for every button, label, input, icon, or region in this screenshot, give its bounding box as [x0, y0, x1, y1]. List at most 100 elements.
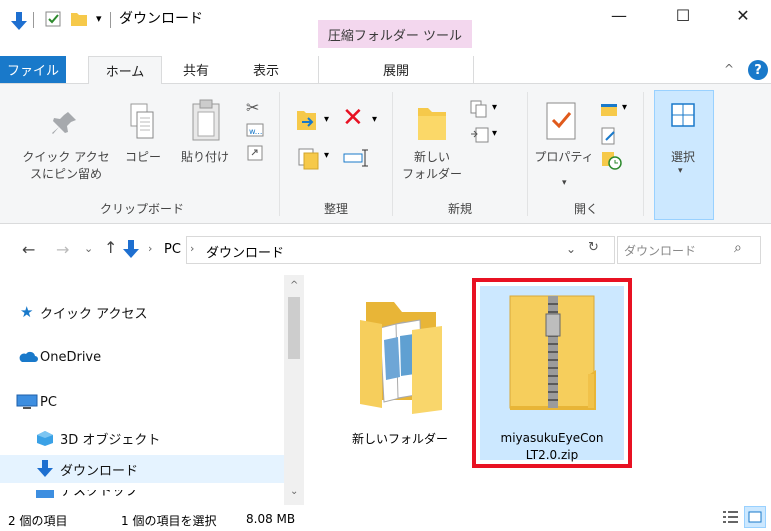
collapse-ribbon-icon[interactable]: ^: [724, 62, 734, 76]
paste-shortcut-icon[interactable]: [246, 144, 264, 162]
new-folder-label-1[interactable]: 新しい: [400, 149, 464, 166]
properties-icon[interactable]: [544, 100, 578, 142]
file-name-zip-line1: miyasukuEyeCon: [500, 431, 604, 445]
file-name-new-folder: 新しいフォルダー: [351, 432, 448, 446]
easy-access-icon[interactable]: [470, 126, 490, 144]
open-dropdown-icon[interactable]: ▾: [622, 102, 627, 113]
refresh-icon[interactable]: ↻: [588, 240, 599, 255]
zip-folder-icon: [504, 290, 600, 414]
copy-icon[interactable]: [128, 100, 158, 144]
onedrive-cloud-icon: [18, 350, 38, 364]
copy-to-icon[interactable]: [296, 146, 322, 170]
select-dropdown-icon[interactable]: ▾: [678, 166, 683, 176]
tab-share[interactable]: 共有: [170, 56, 222, 83]
clipboard-group-label: クリップボード: [99, 202, 184, 216]
group-separator: [527, 92, 528, 216]
history-icon[interactable]: [600, 150, 622, 170]
group-separator: [643, 92, 644, 216]
forward-arrow-icon[interactable]: →: [56, 240, 69, 259]
edit-icon[interactable]: [600, 126, 618, 146]
status-size: 8.08 MB: [246, 512, 296, 526]
easy-access-dropdown-icon[interactable]: ▾: [492, 128, 497, 139]
breadcrumb-chevron-icon[interactable]: ›: [148, 242, 152, 255]
pin-label-1[interactable]: クイック アクセ: [6, 149, 126, 166]
quick-access-star-icon: ★: [20, 303, 34, 321]
pin-label-2[interactable]: スにピン留め: [6, 166, 126, 183]
nav-downloads[interactable]: ダウンロード: [60, 456, 138, 482]
tab-extract[interactable]: 展開: [318, 56, 474, 83]
new-folder-label-2[interactable]: フォルダー: [400, 166, 464, 183]
pin-icon[interactable]: [50, 108, 80, 138]
qat-dropdown-icon[interactable]: ▾: [96, 12, 108, 26]
compressed-folder-tools-label: 圧縮フォルダー ツール: [318, 20, 472, 48]
large-icons-view-icon[interactable]: [744, 506, 766, 528]
help-icon[interactable]: ?: [748, 60, 768, 80]
pc-monitor-icon: [16, 394, 38, 410]
new-folder-icon[interactable]: [414, 100, 450, 144]
scroll-thumb[interactable]: [288, 297, 300, 359]
cut-icon[interactable]: ✂: [246, 98, 264, 117]
search-icon[interactable]: ⌕: [734, 240, 742, 256]
paste-icon[interactable]: [190, 98, 222, 144]
minimize-button[interactable]: —: [596, 0, 642, 30]
desktop-icon: [36, 490, 54, 498]
scroll-up-icon[interactable]: ^: [290, 280, 298, 291]
divider: [110, 12, 111, 28]
nav-quick-access[interactable]: クイック アクセス: [40, 299, 147, 325]
breadcrumb-chevron-icon[interactable]: ›: [190, 242, 194, 255]
nav-3d-objects[interactable]: 3D オブジェクト: [60, 425, 160, 451]
copy-button[interactable]: コピー: [120, 149, 166, 166]
download-arrow-icon[interactable]: [9, 10, 29, 32]
address-download-icon: [122, 238, 140, 260]
new-item-dropdown-icon[interactable]: ▾: [492, 102, 497, 113]
tab-home[interactable]: ホーム: [88, 56, 162, 85]
status-bar: [0, 506, 771, 531]
copy-to-dropdown-icon[interactable]: ▾: [324, 150, 329, 161]
maximize-button[interactable]: ☐: [660, 0, 706, 30]
open-group-label: 開く: [573, 202, 598, 216]
delete-icon[interactable]: ✕: [342, 104, 370, 132]
organize-group-label: 整理: [323, 202, 348, 216]
move-to-dropdown-icon[interactable]: ▾: [324, 114, 329, 125]
new-folder-quick-icon[interactable]: [70, 11, 88, 27]
downloads-arrow-icon: [36, 459, 54, 479]
close-button[interactable]: ✕: [720, 0, 766, 30]
properties-dropdown-icon[interactable]: ▾: [562, 178, 567, 188]
address-dropdown-icon[interactable]: ⌄: [566, 242, 576, 256]
nav-pc[interactable]: PC: [40, 389, 57, 415]
nav-desktop[interactable]: デスクトップ: [60, 490, 138, 499]
up-arrow-icon[interactable]: ↑: [104, 238, 117, 257]
select-label: 選択: [670, 150, 695, 164]
3d-objects-icon: [36, 430, 54, 446]
delete-dropdown-icon[interactable]: ▾: [372, 114, 377, 125]
status-selected: 1 個の項目を選択: [121, 514, 217, 528]
properties-button[interactable]: プロパティ: [532, 149, 596, 166]
copy-path-icon[interactable]: w...: [246, 122, 264, 138]
nav-desktop-clipped: デスクトップ: [0, 490, 284, 500]
folder-with-files-icon: [352, 290, 448, 416]
tab-file[interactable]: ファイル: [0, 56, 66, 83]
select-grid-icon[interactable]: [670, 102, 696, 128]
back-arrow-icon[interactable]: ←: [22, 240, 35, 259]
search-placeholder: ダウンロード: [624, 244, 697, 258]
breadcrumb-pc[interactable]: PC: [164, 242, 181, 257]
open-icon[interactable]: [600, 102, 620, 118]
group-separator: [279, 92, 280, 216]
paste-button[interactable]: 貼り付け: [174, 149, 236, 166]
svg-text:w...: w...: [249, 127, 262, 136]
file-name-zip-line2: LT2.0.zip: [525, 448, 579, 462]
group-separator: [392, 92, 393, 216]
status-item-count: 2 個の項目: [8, 514, 68, 528]
details-view-icon[interactable]: [722, 509, 740, 525]
tab-view[interactable]: 表示: [240, 56, 292, 83]
breadcrumb-downloads[interactable]: ダウンロード: [206, 242, 284, 261]
recent-locations-icon[interactable]: ⌄: [84, 242, 93, 255]
scroll-down-icon[interactable]: ⌄: [290, 486, 298, 497]
move-to-icon[interactable]: [296, 108, 322, 132]
divider: [33, 12, 34, 28]
rename-icon[interactable]: [342, 146, 370, 170]
new-item-icon[interactable]: [470, 100, 490, 118]
nav-onedrive[interactable]: OneDrive: [40, 344, 101, 370]
window-title: ダウンロード: [119, 11, 203, 27]
properties-check-icon[interactable]: [44, 10, 62, 28]
